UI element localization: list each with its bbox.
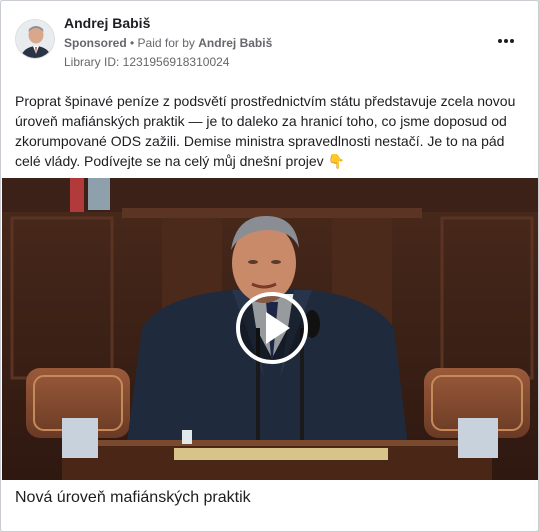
play-icon[interactable] — [236, 292, 308, 364]
meta-separator: • — [126, 36, 138, 50]
video-player[interactable] — [2, 178, 538, 480]
library-id: Library ID: 1231956918310024 — [64, 55, 230, 69]
paid-for-name: Andrej Babiš — [198, 36, 273, 50]
dot — [498, 39, 502, 43]
ad-card: Andrej Babiš Sponsored • Paid for by And… — [0, 0, 539, 532]
dot — [510, 39, 514, 43]
video-caption: Nová úroveň mafiánských praktik — [15, 489, 251, 506]
avatar-portrait-image — [16, 20, 54, 58]
page-avatar[interactable] — [15, 19, 55, 59]
dot — [504, 39, 508, 43]
more-options-icon[interactable] — [496, 31, 516, 51]
sponsored-label: Sponsored — [64, 36, 127, 50]
page-name[interactable]: Andrej Babiš — [64, 15, 150, 31]
ad-header: Andrej Babiš Sponsored • Paid for by And… — [1, 1, 538, 81]
ad-body-text: Proprat špinavé peníze z podsvětí prostř… — [15, 93, 516, 169]
paid-for-prefix: Paid for by — [137, 36, 199, 50]
sponsored-meta: Sponsored • Paid for by Andrej Babiš — [64, 36, 272, 50]
